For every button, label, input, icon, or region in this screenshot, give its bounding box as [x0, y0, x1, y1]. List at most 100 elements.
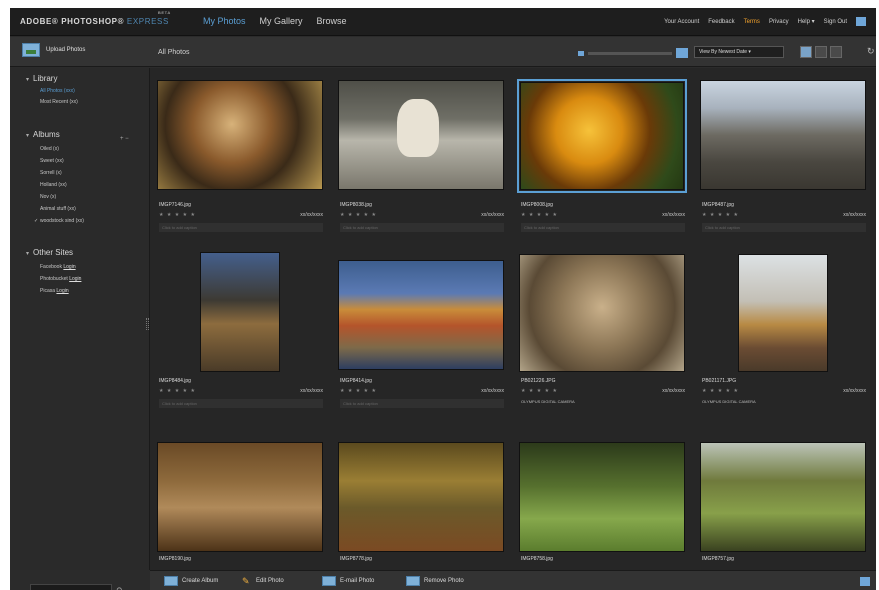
caption-field[interactable]: Click to add caption	[159, 399, 323, 408]
photo-thumbnail[interactable]	[338, 80, 504, 190]
sidebar-item-album[interactable]: Animal stuff (xx)	[40, 206, 76, 212]
app-logo[interactable]: ADOBE® PHOTOSHOP® EXPRESS BETA	[20, 10, 170, 26]
camera-caption[interactable]: OLYMPUS DIGITAL CAMERA	[702, 399, 866, 404]
sidebar-item-album[interactable]: Sweet (xx)	[40, 158, 64, 164]
caption-field[interactable]: Click to add caption	[521, 223, 685, 232]
photo-tile[interactable]: IMGP8487.jpg ★ ★ ★ ★ ★ xx/xx/xxxx Click t…	[698, 74, 870, 244]
create-album-button[interactable]: Create Album	[164, 576, 218, 586]
zoom-slider-track[interactable]	[588, 51, 672, 55]
terms-link[interactable]: Terms	[744, 19, 760, 25]
star-rating[interactable]: ★ ★ ★ ★ ★	[702, 388, 739, 394]
nav-my-gallery[interactable]: My Gallery	[260, 16, 303, 26]
photo-tile[interactable]: IMGP8414.jpg ★ ★ ★ ★ ★ xx/xx/xxxx Click t…	[336, 250, 508, 420]
photo-meta: PB021226.JPG ★ ★ ★ ★ ★ xx/xx/xxxx OLYMPUS…	[521, 378, 685, 404]
photo-thumbnail[interactable]	[517, 79, 687, 193]
star-rating[interactable]: ★ ★ ★ ★ ★	[521, 388, 558, 394]
small-thumb-icon[interactable]	[578, 50, 584, 56]
nav-browse[interactable]: Browse	[317, 16, 347, 26]
photo-tile-selected[interactable]: IMGP8008.jpg ★ ★ ★ ★ ★ xx/xx/xxxx Click t…	[517, 74, 689, 244]
photo-thumbnail[interactable]	[157, 442, 323, 552]
list-view-button[interactable]	[830, 46, 842, 58]
camera-caption[interactable]: OLYMPUS DIGITAL CAMERA	[521, 399, 685, 404]
sidebar-item-album[interactable]: Nov (x)	[40, 194, 56, 200]
sort-dropdown[interactable]: View By Newest Date ▾	[694, 46, 784, 58]
privacy-link[interactable]: Privacy	[769, 19, 789, 25]
album-add-remove-controls[interactable]: + −	[120, 136, 129, 142]
photo-thumbnail[interactable]	[200, 252, 280, 372]
search-icon[interactable]: ⚲	[116, 586, 123, 590]
photo-tile[interactable]: IMGP8484.jpg ★ ★ ★ ★ ★ xx/xx/xxxx Click t…	[155, 250, 327, 420]
single-view-button[interactable]	[815, 46, 827, 58]
photo-filename: IMGP8487.jpg	[702, 202, 734, 208]
photo-thumbnail[interactable]	[700, 80, 866, 190]
sidebar-resize-handle[interactable]	[146, 318, 149, 330]
sidebar-item-most-recent[interactable]: Most Recent (xx)	[40, 99, 78, 105]
thumbnail-frame	[698, 438, 870, 562]
photo-thumbnail[interactable]	[519, 254, 685, 372]
photo-tile[interactable]: IMGP8038.jpg ★ ★ ★ ★ ★ xx/xx/xxxx Click t…	[336, 74, 508, 244]
picasa-login-link[interactable]: Login	[56, 288, 68, 294]
star-rating[interactable]: ★ ★ ★ ★ ★	[521, 212, 558, 218]
thumbnail-size-slider[interactable]	[578, 48, 688, 58]
caption-field[interactable]: Click to add caption	[340, 223, 504, 232]
star-rating[interactable]: ★ ★ ★ ★ ★	[159, 212, 196, 218]
photo-date: xx/xx/xxxx	[481, 388, 504, 394]
sidebar-item-album[interactable]: Sorrell (x)	[40, 170, 62, 176]
thumbnail-frame	[698, 250, 870, 374]
photo-thumbnail[interactable]	[519, 442, 685, 552]
main-nav: My Photos My Gallery Browse	[203, 16, 347, 26]
email-photo-button[interactable]: E-mail Photo	[322, 576, 374, 586]
refresh-icon[interactable]: ↻	[867, 46, 875, 57]
sidebar-item-album[interactable]: Oiled (x)	[40, 146, 59, 152]
photo-thumbnail[interactable]	[700, 442, 866, 552]
sidebar-item-album[interactable]: Holland (xx)	[40, 182, 67, 188]
photo-thumbnail[interactable]	[157, 80, 323, 190]
sidebar-item-album-shared[interactable]: woodstock sind (xx)	[34, 218, 84, 224]
photo-meta: IMGP8757.jpg	[702, 556, 866, 564]
photo-tile[interactable]: IMGP8757.jpg	[698, 438, 870, 590]
photo-meta: IMGP8190.jpg	[159, 556, 323, 564]
thumbnail-frame	[336, 74, 508, 198]
window-mode-icon[interactable]	[856, 17, 866, 26]
photo-tile[interactable]: PB021226.JPG ★ ★ ★ ★ ★ xx/xx/xxxx OLYMPUS…	[517, 250, 689, 420]
feedback-link[interactable]: Feedback	[708, 19, 734, 25]
albums-heading[interactable]: Albums	[26, 130, 60, 139]
search-input[interactable]	[30, 584, 112, 590]
library-heading[interactable]: Library	[26, 74, 57, 83]
other-sites-heading[interactable]: Other Sites	[26, 248, 73, 257]
photo-tile[interactable]: IMGP8758.jpg	[517, 438, 689, 590]
edit-photo-button[interactable]: ✎ Edit Photo	[242, 576, 284, 586]
top-bar: ADOBE® PHOTOSHOP® EXPRESS BETA My Photos…	[10, 8, 876, 36]
photo-thumbnail[interactable]	[738, 254, 828, 372]
caption-field[interactable]: Click to add caption	[702, 223, 866, 232]
photobucket-login-link[interactable]: Login	[69, 276, 81, 282]
remove-photo-button[interactable]: Remove Photo	[406, 576, 464, 586]
thumbnail-frame	[517, 74, 689, 198]
upload-photos-button[interactable]: Upload Photos	[22, 43, 85, 57]
photo-date: xx/xx/xxxx	[662, 212, 685, 218]
star-rating[interactable]: ★ ★ ★ ★ ★	[159, 388, 196, 394]
help-menu[interactable]: Help ▾	[798, 18, 815, 25]
caption-field[interactable]: Click to add caption	[159, 223, 323, 232]
photo-tile[interactable]: PB021171.JPG ★ ★ ★ ★ ★ xx/xx/xxxx OLYMPUS…	[698, 250, 870, 420]
star-rating[interactable]: ★ ★ ★ ★ ★	[340, 212, 377, 218]
fullscreen-icon[interactable]	[860, 577, 870, 586]
section-title: All Photos	[158, 49, 190, 56]
your-account-link[interactable]: Your Account	[664, 19, 699, 25]
caption-field[interactable]: Click to add caption	[340, 399, 504, 408]
grid-view-button[interactable]	[800, 46, 812, 58]
photo-filename: IMGP8414.jpg	[340, 378, 372, 384]
photo-thumbnail[interactable]	[338, 442, 504, 552]
large-thumb-icon[interactable]	[676, 48, 688, 58]
photo-thumbnail[interactable]	[338, 260, 504, 370]
star-rating[interactable]: ★ ★ ★ ★ ★	[702, 212, 739, 218]
photo-tile[interactable]: IMGP8190.jpg	[155, 438, 327, 590]
photo-meta: IMGP7146.jpg ★ ★ ★ ★ ★ xx/xx/xxxx Click t…	[159, 202, 323, 232]
sign-out-link[interactable]: Sign Out	[824, 19, 847, 25]
star-rating[interactable]: ★ ★ ★ ★ ★	[340, 388, 377, 394]
sidebar-item-all-photos[interactable]: All Photos (xxx)	[40, 88, 75, 94]
nav-my-photos[interactable]: My Photos	[203, 16, 246, 26]
photo-tile[interactable]: IMGP8778.jpg	[336, 438, 508, 590]
photo-tile[interactable]: IMGP7146.jpg ★ ★ ★ ★ ★ xx/xx/xxxx Click t…	[155, 74, 327, 244]
facebook-login-link[interactable]: Login	[63, 264, 75, 270]
